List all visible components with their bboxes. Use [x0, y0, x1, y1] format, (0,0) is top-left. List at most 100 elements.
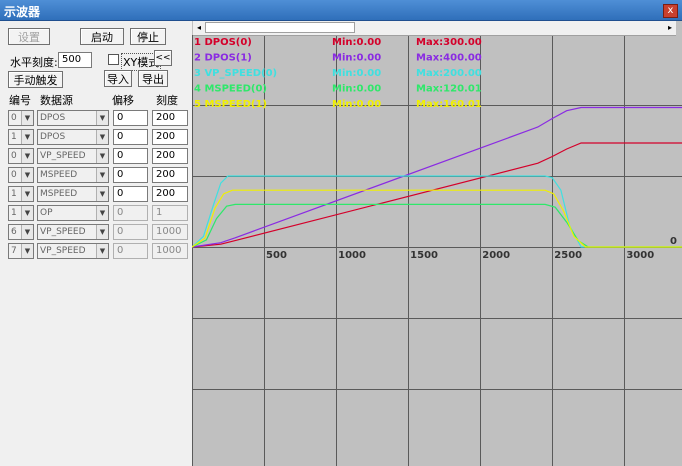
- hscale-label: 水平刻度:: [10, 56, 58, 69]
- channel-number-select[interactable]: 6 ▼: [8, 224, 34, 240]
- series-line-4: [192, 203, 682, 248]
- dropdown-arrow-icon[interactable]: ▼: [96, 187, 108, 201]
- data-source-select[interactable]: MSPEED ▼: [37, 186, 109, 202]
- legend-name: 3 VP_SPEED(0): [194, 68, 277, 79]
- header-source: 数据源: [40, 94, 73, 107]
- legend-max: Max:400.00: [416, 53, 482, 64]
- channel-number-select[interactable]: 7 ▼: [8, 243, 34, 259]
- scale-input[interactable]: 1: [152, 205, 188, 221]
- scale-input[interactable]: 200: [152, 129, 188, 145]
- x-tick-label: 2000: [482, 250, 510, 261]
- dropdown-arrow-icon[interactable]: ▼: [21, 187, 33, 201]
- dropdown-arrow-icon[interactable]: ▼: [21, 225, 33, 239]
- dropdown-arrow-icon[interactable]: ▼: [96, 149, 108, 163]
- stop-button[interactable]: 停止: [130, 28, 166, 45]
- legend-name: 2 DPOS(1): [194, 53, 252, 64]
- channel-number-select[interactable]: 1 ▼: [8, 129, 34, 145]
- legend-max: Max:300.00: [416, 37, 482, 48]
- channel-number-value: 1: [11, 208, 17, 218]
- dropdown-arrow-icon[interactable]: ▼: [96, 225, 108, 239]
- import-button[interactable]: 导入: [104, 70, 132, 87]
- data-source-select[interactable]: MSPEED ▼: [37, 167, 109, 183]
- offset-input[interactable]: 0: [113, 129, 148, 145]
- dropdown-arrow-icon[interactable]: ▼: [96, 168, 108, 182]
- legend-name: 5 MSPEED(1): [194, 99, 267, 110]
- data-source-select[interactable]: VP_SPEED ▼: [37, 148, 109, 164]
- dropdown-arrow-icon[interactable]: ▼: [96, 244, 108, 258]
- settings-button[interactable]: 设置: [8, 28, 50, 45]
- window-title: 示波器: [4, 5, 41, 19]
- export-button[interactable]: 导出: [138, 70, 168, 87]
- legend-min: Min:0.00: [332, 37, 381, 48]
- data-source-value: VP_SPEED: [40, 246, 86, 256]
- dropdown-arrow-icon[interactable]: ▼: [96, 111, 108, 125]
- start-button[interactable]: 启动: [80, 28, 124, 45]
- legend-min: Min:0.00: [332, 84, 381, 95]
- dropdown-arrow-icon[interactable]: ▼: [21, 168, 33, 182]
- hscale-input[interactable]: 500: [58, 52, 92, 68]
- header-num: 编号: [9, 94, 31, 107]
- scroll-thumb[interactable]: [205, 22, 355, 33]
- scroll-left-icon[interactable]: ◂: [193, 21, 205, 34]
- data-source-value: DPOS: [40, 132, 66, 142]
- dropdown-arrow-icon[interactable]: ▼: [96, 206, 108, 220]
- dropdown-arrow-icon[interactable]: ▼: [96, 130, 108, 144]
- offset-input[interactable]: 0: [113, 205, 148, 221]
- header-scale: 刻度: [156, 94, 178, 107]
- channel-number-select[interactable]: 0 ▼: [8, 110, 34, 126]
- scale-input[interactable]: 200: [152, 186, 188, 202]
- scale-input[interactable]: 200: [152, 167, 188, 183]
- dropdown-arrow-icon[interactable]: ▼: [21, 244, 33, 258]
- offset-input[interactable]: 0: [113, 243, 148, 259]
- offset-input[interactable]: 0: [113, 110, 148, 126]
- series-line-1: [192, 142, 682, 248]
- dropdown-arrow-icon[interactable]: ▼: [21, 130, 33, 144]
- channel-number-select[interactable]: 1 ▼: [8, 205, 34, 221]
- channel-number-select[interactable]: 1 ▼: [8, 186, 34, 202]
- data-source-select[interactable]: VP_SPEED ▼: [37, 224, 109, 240]
- legend-name: 1 DPOS(0): [194, 37, 252, 48]
- channel-number-select[interactable]: 0 ▼: [8, 148, 34, 164]
- data-source-select[interactable]: DPOS ▼: [37, 129, 109, 145]
- scroll-right-icon[interactable]: ▸: [664, 21, 676, 34]
- scale-input[interactable]: 1000: [152, 224, 188, 240]
- offset-input[interactable]: 0: [113, 224, 148, 240]
- legend-max: Max:120.01: [416, 84, 482, 95]
- legend-max: Max:160.01: [416, 99, 482, 110]
- offset-input[interactable]: 0: [113, 186, 148, 202]
- channel-number-value: 6: [11, 227, 17, 237]
- scale-input[interactable]: 1000: [152, 243, 188, 259]
- dropdown-arrow-icon[interactable]: ▼: [21, 149, 33, 163]
- xy-mode-checkbox[interactable]: [108, 54, 119, 65]
- data-source-select[interactable]: VP_SPEED ▼: [37, 243, 109, 259]
- x-tick-label: 1500: [410, 250, 438, 261]
- title-bar: 示波器 x: [0, 0, 682, 21]
- dropdown-arrow-icon[interactable]: ▼: [21, 206, 33, 220]
- data-source-value: DPOS: [40, 113, 66, 123]
- data-source-value: MSPEED: [40, 189, 78, 199]
- offset-input[interactable]: 0: [113, 148, 148, 164]
- scale-input[interactable]: 200: [152, 148, 188, 164]
- offset-input[interactable]: 0: [113, 167, 148, 183]
- close-button[interactable]: x: [663, 4, 678, 18]
- dropdown-arrow-icon[interactable]: ▼: [21, 111, 33, 125]
- data-source-select[interactable]: DPOS ▼: [37, 110, 109, 126]
- x-tick-label: 3000: [626, 250, 654, 261]
- x-tick-label: 1000: [338, 250, 366, 261]
- scope-plot: 500 1000 1500 2000 2500 3000 0 1 DPOS(0) Min:0.0…: [192, 35, 682, 466]
- series-line-2: [192, 106, 682, 248]
- data-source-value: VP_SPEED: [40, 227, 86, 237]
- channel-number-value: 0: [11, 113, 17, 123]
- scope-display: 500 1000 1500 2000 2500 3000 0 1 DPOS(0) Min:0.0…: [192, 21, 682, 466]
- manual-trigger-button[interactable]: 手动触发: [8, 71, 63, 88]
- data-source-select[interactable]: OP ▼: [37, 205, 109, 221]
- collapse-button[interactable]: <<: [154, 50, 172, 66]
- data-source-value: VP_SPEED: [40, 151, 86, 161]
- channel-number-select[interactable]: 0 ▼: [8, 167, 34, 183]
- channel-number-value: 1: [11, 132, 17, 142]
- scale-input[interactable]: 200: [152, 110, 188, 126]
- x-tick-label: 500: [266, 250, 287, 261]
- horizontal-scrollbar[interactable]: ◂ ▸: [193, 21, 676, 36]
- series-line-5: [192, 189, 682, 248]
- control-panel: 设置 启动 停止 水平刻度: 500 XY模式 << 手动触发 导入 导出 编号…: [0, 21, 192, 466]
